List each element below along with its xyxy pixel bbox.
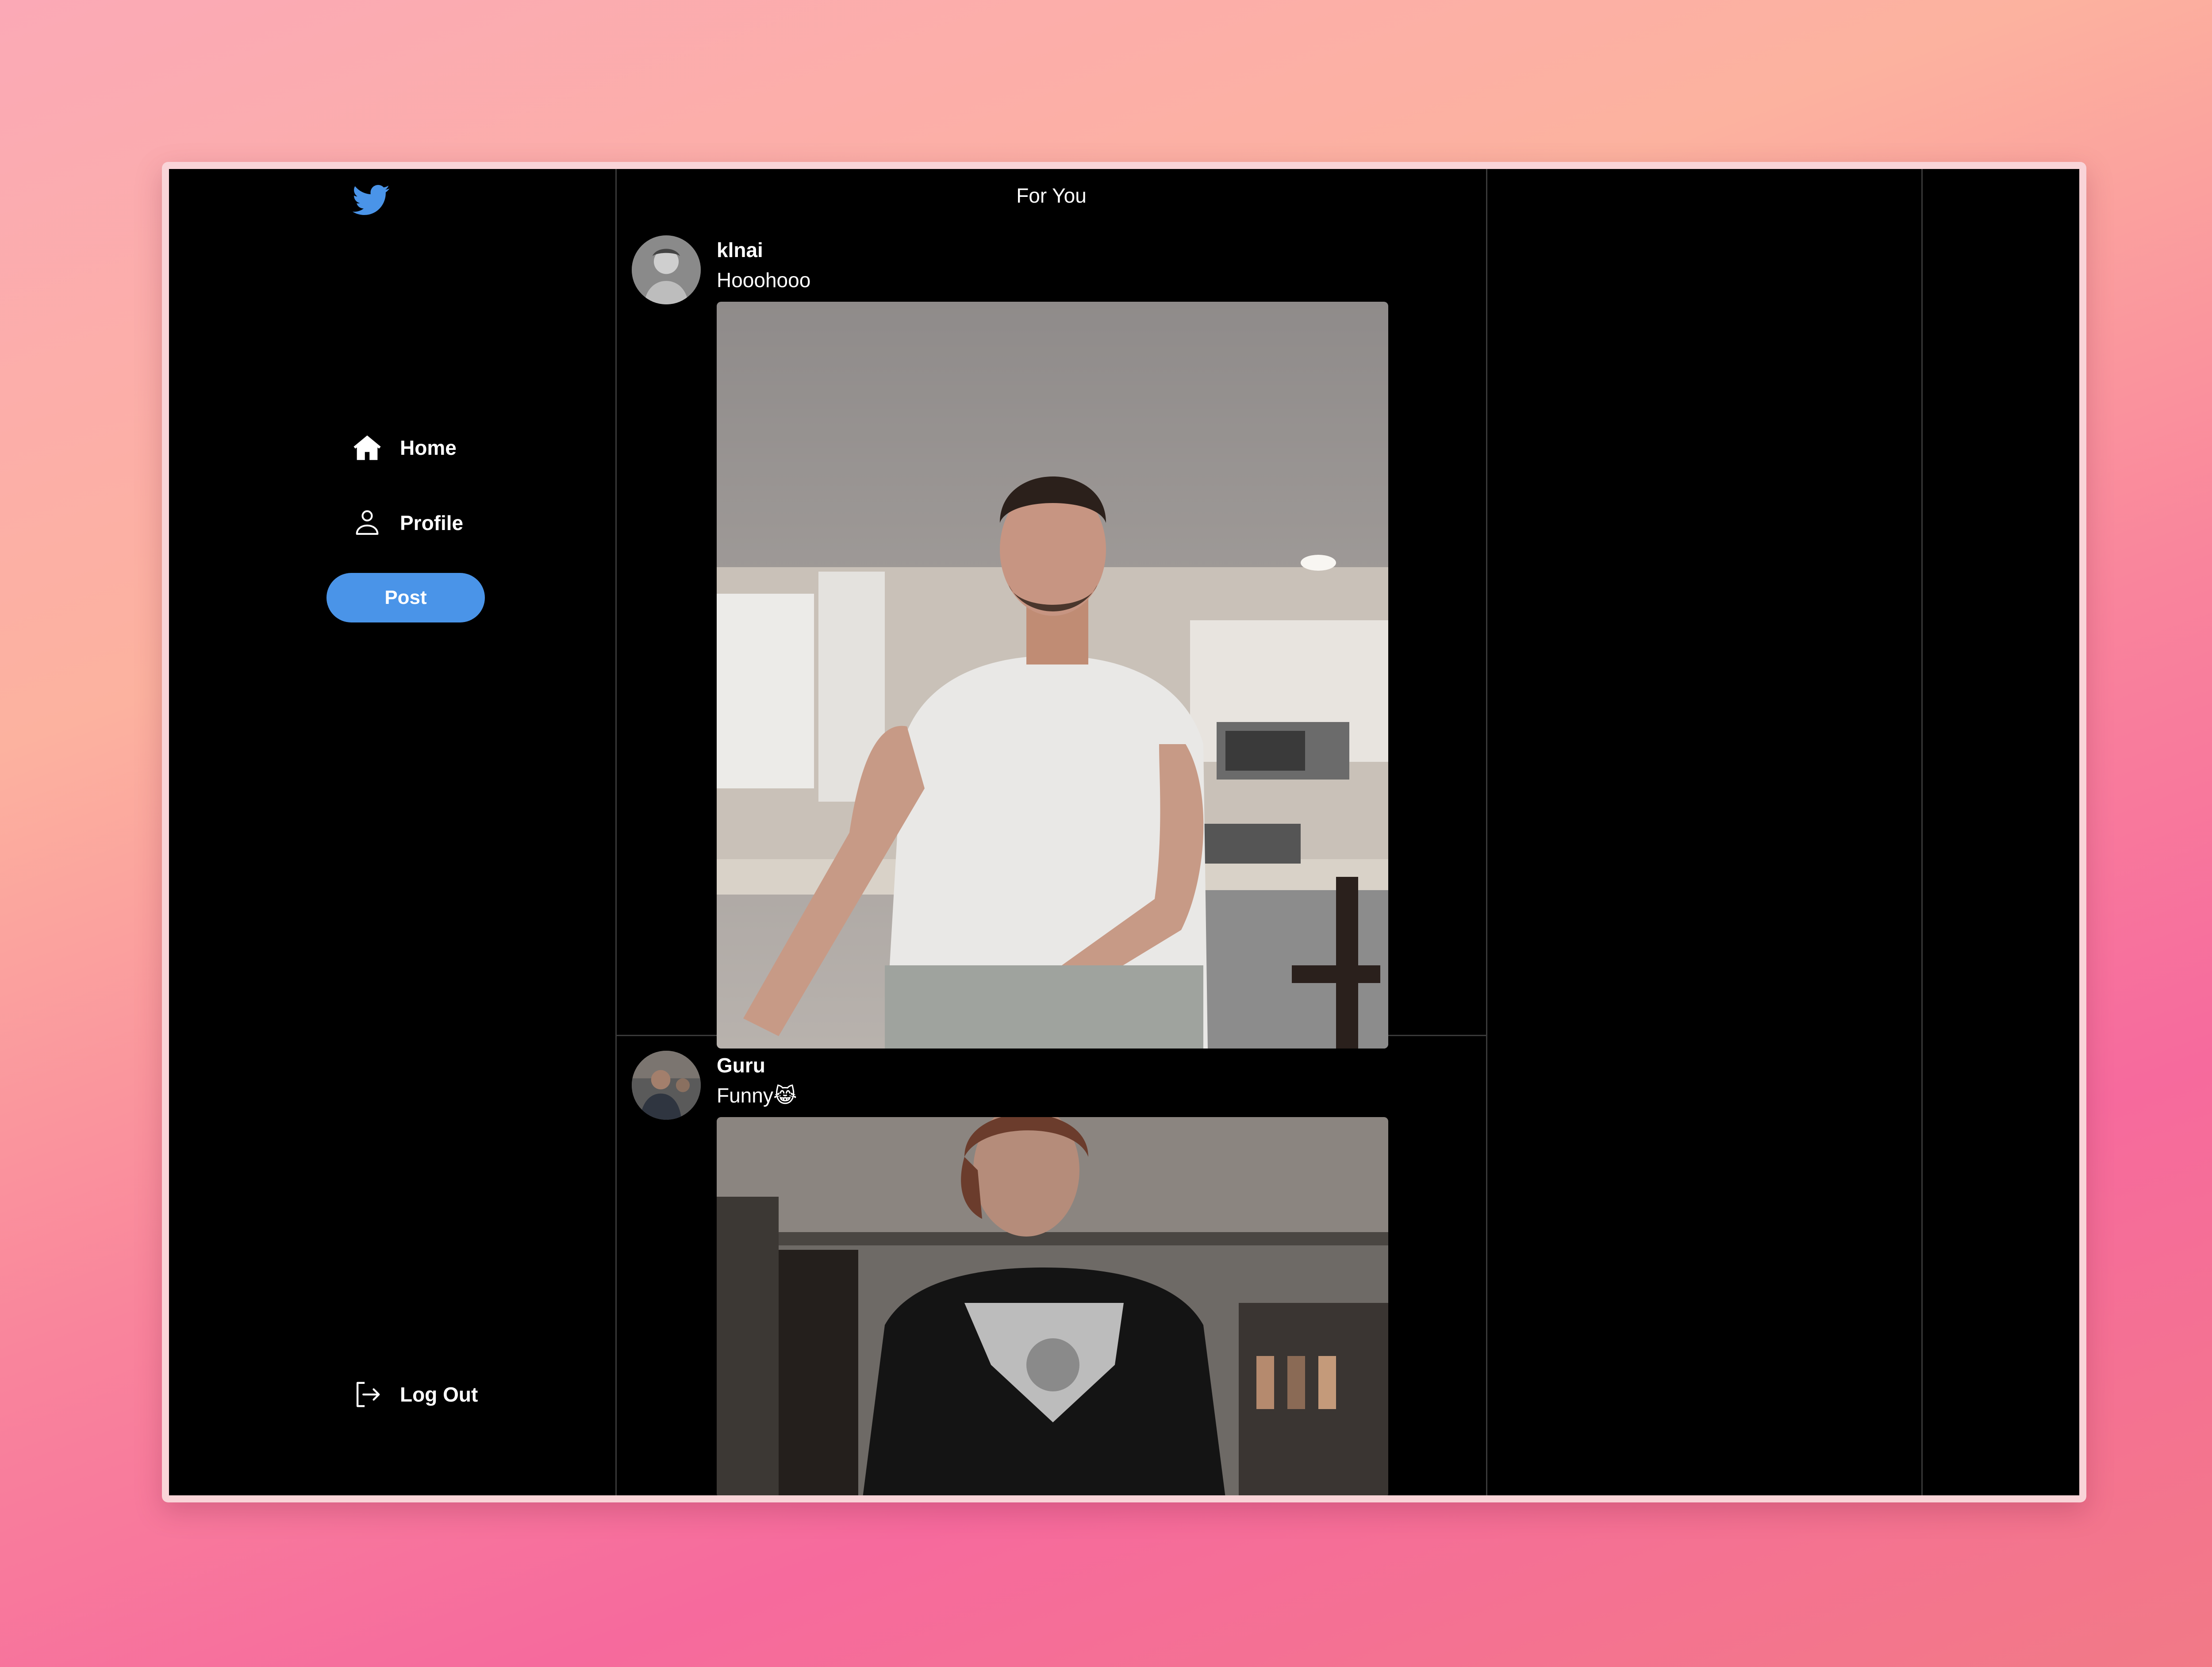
tweet-username[interactable]: Guru: [717, 1053, 765, 1077]
avatar[interactable]: [632, 1051, 701, 1120]
sidebar-item-profile[interactable]: Profile: [350, 503, 463, 543]
avatar[interactable]: [632, 235, 701, 304]
tweet-text: Funny😹: [717, 1084, 797, 1107]
tweet-media[interactable]: [717, 1117, 1388, 1495]
logout-icon: [350, 1378, 384, 1411]
logout-label: Log Out: [400, 1383, 478, 1406]
tweet-media[interactable]: [717, 302, 1388, 1049]
feed-title[interactable]: For You: [617, 169, 1486, 222]
sidebar-item-label: Home: [400, 436, 457, 459]
sidebar: Home Profile Post Log Out: [169, 169, 617, 1495]
post-button[interactable]: Post: [326, 573, 485, 622]
sidebar-item-label: Profile: [400, 511, 464, 534]
feed: For You klnai Hooohooo Guru Funny😹: [617, 169, 1487, 1495]
tweet-username[interactable]: klnai: [717, 238, 763, 262]
twitter-bird-icon[interactable]: [350, 181, 393, 219]
app-root: Home Profile Post Log Out For You klnai …: [169, 169, 2079, 1495]
tweet-text: Hooohooo: [717, 269, 811, 292]
home-icon: [350, 431, 384, 465]
tweet-card[interactable]: klnai Hooohooo: [617, 222, 1486, 1049]
sidebar-item-home[interactable]: Home: [350, 428, 457, 468]
user-icon: [350, 506, 384, 540]
app-window: Home Profile Post Log Out For You klnai …: [162, 162, 2086, 1502]
logout-button[interactable]: Log Out: [350, 1375, 478, 1414]
right-column: [1487, 169, 1923, 1495]
tweet-card[interactable]: Guru Funny😹: [617, 1037, 1486, 1495]
